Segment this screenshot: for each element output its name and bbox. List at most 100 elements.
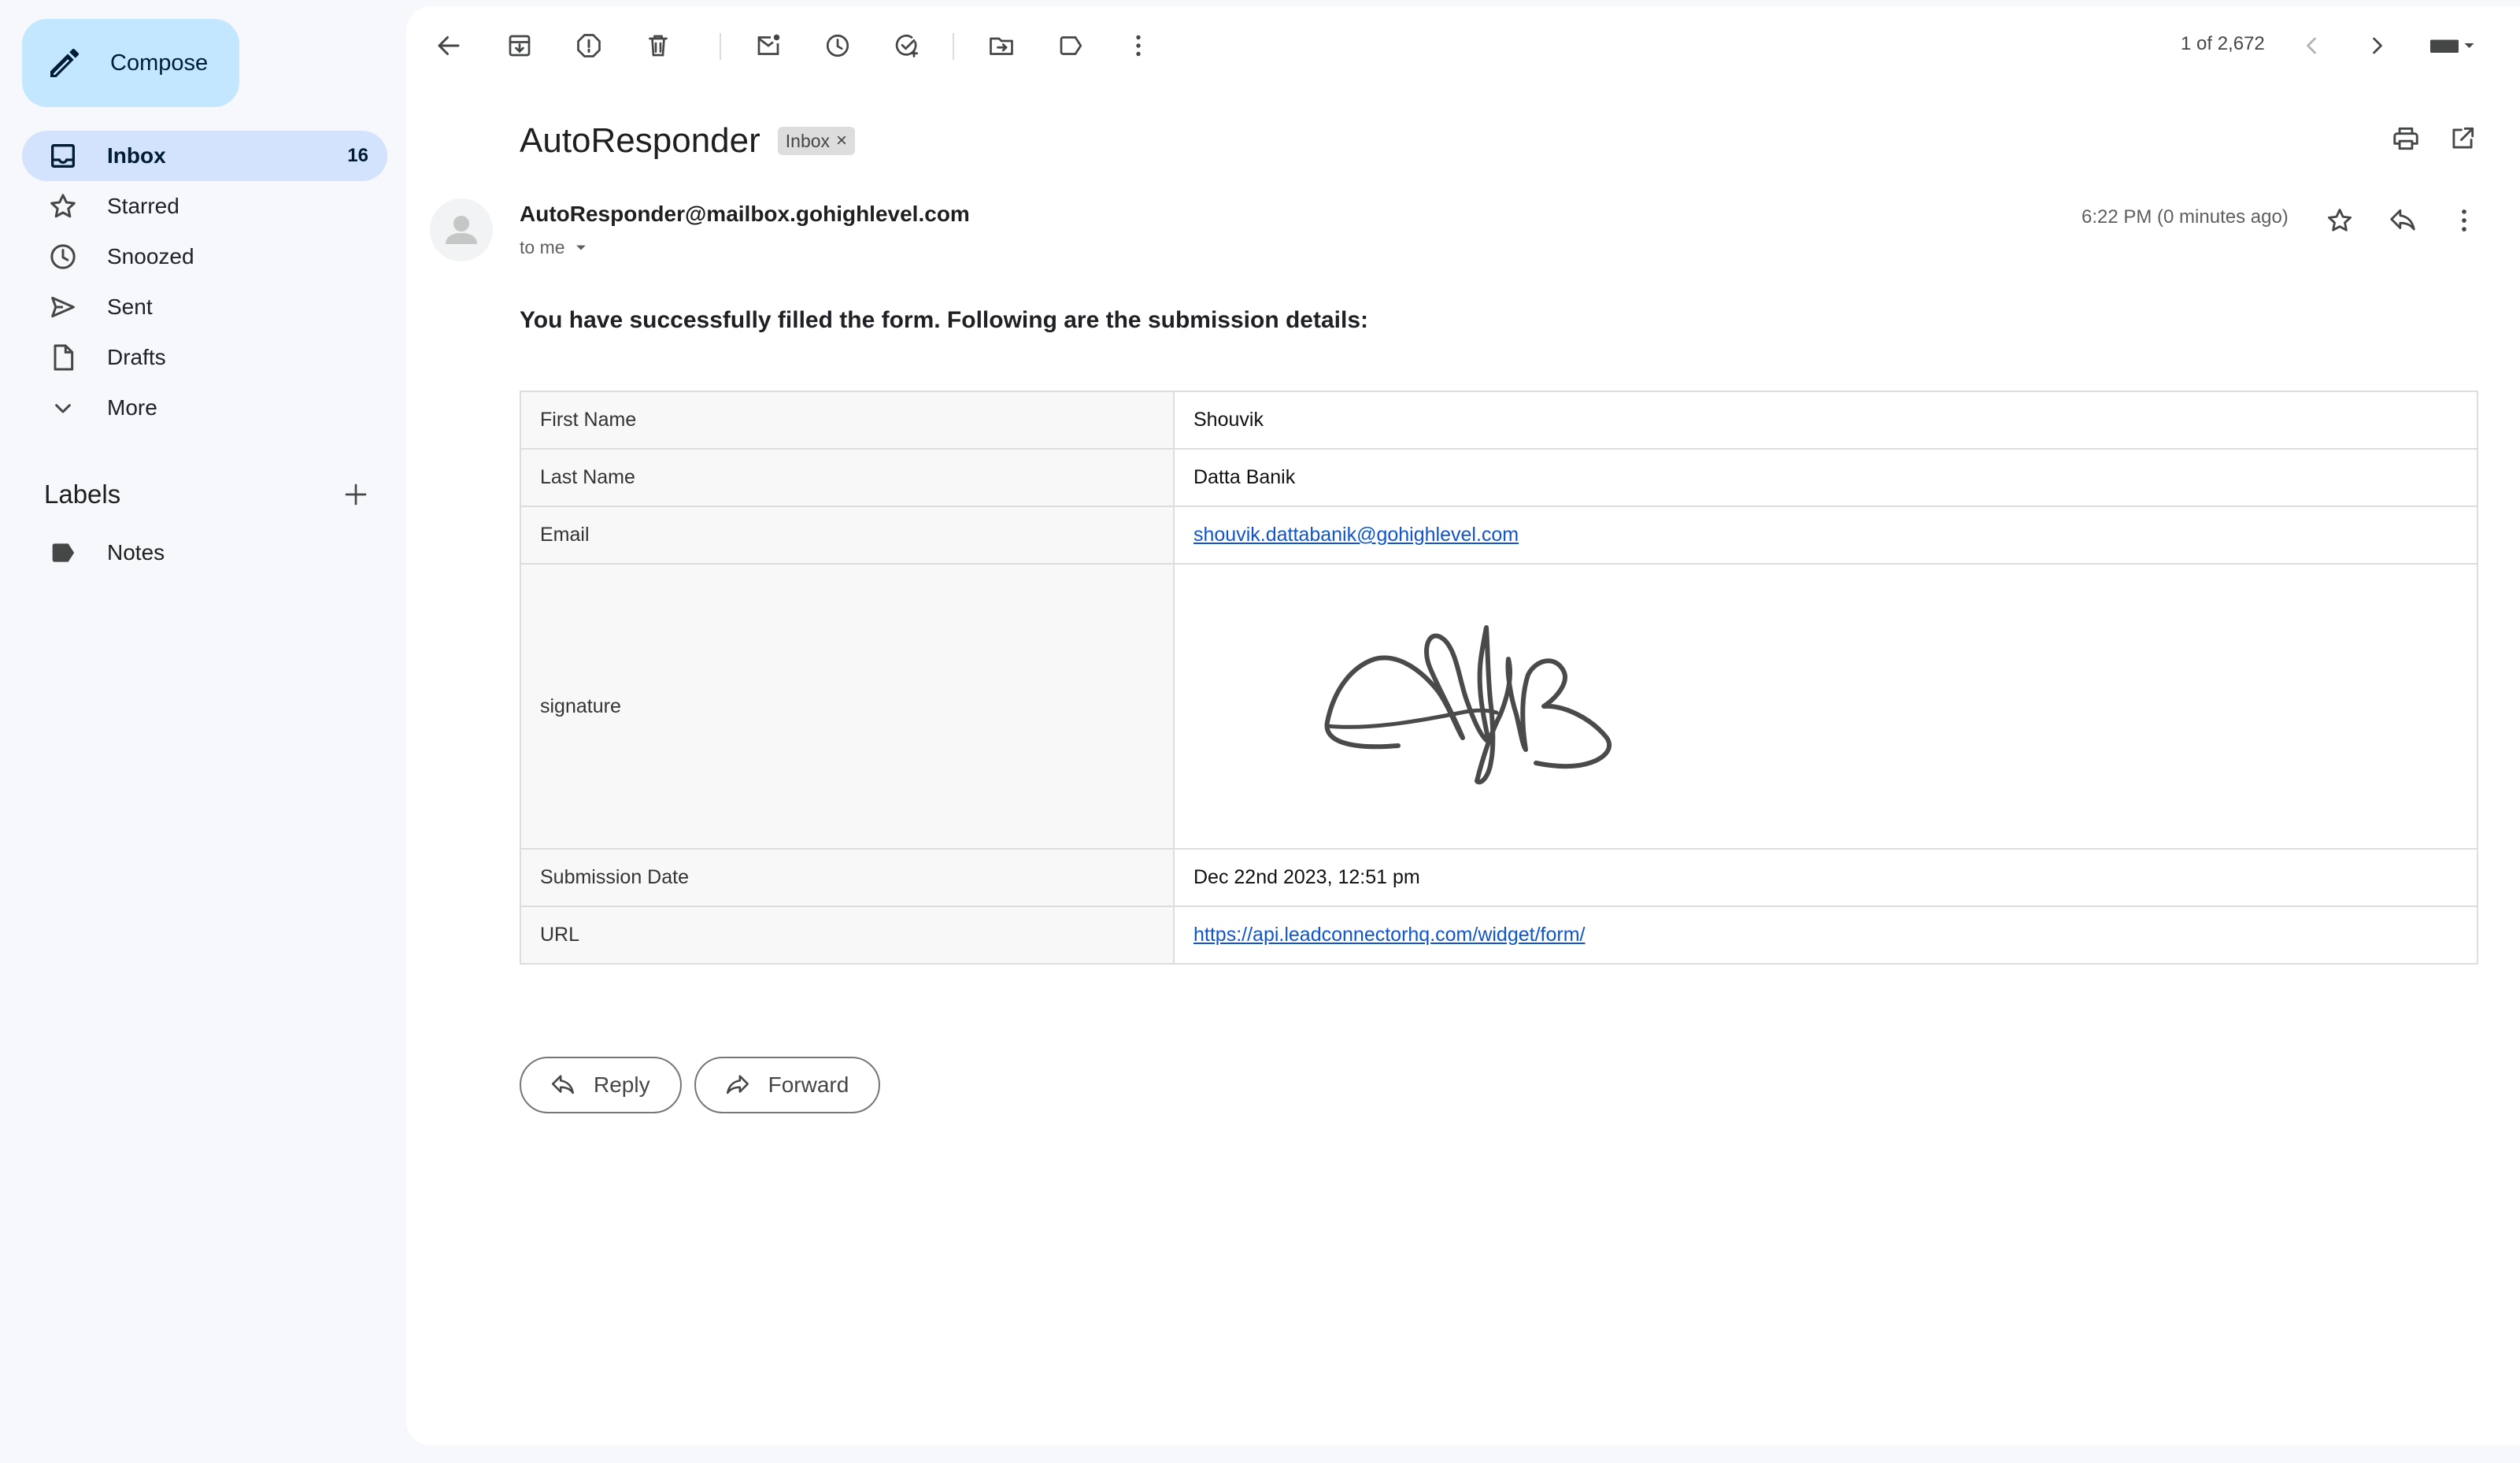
move-to-button[interactable] — [982, 27, 1020, 65]
table-row: signature — [520, 563, 2478, 850]
chevron-left-icon — [2307, 37, 2316, 54]
back-button[interactable] — [430, 27, 468, 65]
subject-row: AutoResponder Inbox × — [520, 115, 856, 167]
labels-header: Labels — [44, 472, 375, 517]
field-key: URL — [520, 906, 1175, 965]
more-vert-icon — [2462, 209, 2466, 231]
report-spam-button[interactable] — [570, 27, 608, 65]
remove-label-button[interactable]: × — [836, 130, 847, 152]
field-value: Shouvik — [1173, 391, 2478, 450]
label-outline-icon — [1060, 36, 1082, 55]
add-to-tasks-button[interactable] — [888, 27, 926, 65]
signature-image — [1193, 565, 2458, 848]
forward-button[interactable]: Forward — [694, 1057, 881, 1113]
recipient-details-toggle[interactable]: to me — [520, 236, 592, 258]
clock-icon — [826, 34, 849, 57]
person-icon — [446, 216, 477, 244]
recipient-text: to me — [520, 236, 565, 257]
sidebar: Compose Inbox 16 Starred Snoozed Sent Dr… — [0, 0, 401, 1463]
field-key: First Name — [520, 391, 1175, 450]
open-new-window-button[interactable] — [2442, 118, 2483, 159]
draft-icon — [54, 344, 74, 371]
archive-button[interactable] — [501, 27, 538, 65]
sender-address[interactable]: AutoResponder@mailbox.gohighlevel.com — [520, 202, 970, 227]
signature-cell — [1173, 563, 2478, 850]
table-row: URL https://api.leadconnectorhq.com/widg… — [520, 906, 2478, 965]
reply-icon — [551, 1075, 575, 1094]
sidebar-item-drafts[interactable]: Drafts — [22, 332, 387, 383]
star-icon — [50, 194, 76, 218]
field-key: Last Name — [520, 448, 1175, 507]
message-more-button[interactable] — [2444, 200, 2485, 241]
reply-icon-button[interactable] — [2382, 200, 2423, 241]
message-intro: You have successfully filled the form. F… — [520, 307, 1369, 333]
inbox-label-chip: Inbox × — [777, 127, 856, 155]
open-in-new-icon — [2452, 127, 2474, 149]
delete-button[interactable] — [639, 27, 677, 65]
toolbar: 1 of 2,672 — [406, 6, 2520, 80]
newer-button[interactable] — [2292, 27, 2330, 65]
compose-label: Compose — [110, 50, 209, 76]
field-value-cell: https://api.leadconnectorhq.com/widget/f… — [1173, 906, 2478, 965]
table-row: Last Name Datta Banik — [520, 448, 2478, 507]
add-task-icon — [895, 35, 919, 57]
forward-label: Forward — [768, 1072, 849, 1097]
trash-icon — [649, 35, 668, 57]
compose-button[interactable]: Compose — [22, 19, 239, 107]
more-options-button[interactable] — [1119, 27, 1157, 65]
email-link[interactable]: shouvik.dattabanik@gohighlevel.com — [1193, 524, 1519, 546]
add-label-button[interactable] — [337, 476, 375, 513]
print-all-button[interactable] — [2385, 118, 2426, 159]
mark-unread-button[interactable] — [749, 27, 787, 65]
move-to-folder-icon — [990, 37, 1013, 55]
chevron-right-icon — [2373, 37, 2382, 54]
field-value: Dec 22nd 2023, 12:51 pm — [1173, 848, 2478, 907]
chip-label: Inbox — [785, 130, 831, 151]
clock-icon — [50, 244, 76, 269]
archive-icon — [509, 35, 531, 57]
email-subject: AutoResponder — [520, 121, 760, 160]
plus-icon — [345, 483, 367, 506]
sidebar-item-inbox[interactable]: Inbox 16 — [22, 131, 387, 181]
toolbar-divider — [953, 33, 954, 60]
sidebar-label-notes[interactable]: Notes — [22, 528, 387, 578]
mark-unread-icon — [757, 34, 780, 55]
table-row: Email shouvik.dattabanik@gohighlevel.com — [520, 506, 2478, 565]
star-button[interactable] — [2319, 200, 2360, 241]
older-button[interactable] — [2359, 27, 2396, 65]
sidebar-item-label: Snoozed — [107, 244, 194, 269]
avatar — [430, 198, 493, 261]
arrow-back-icon — [438, 36, 460, 55]
star-icon — [2327, 209, 2352, 231]
sidebar-item-starred[interactable]: Starred — [22, 181, 387, 231]
keyboard-icon — [2430, 39, 2474, 53]
label-icon — [52, 543, 75, 562]
field-value: Datta Banik — [1173, 448, 2478, 507]
field-key: Email — [520, 506, 1175, 565]
labels-button[interactable] — [1052, 27, 1090, 65]
table-row: First Name Shouvik — [520, 391, 2478, 450]
message-timestamp: 6:22 PM (0 minutes ago) — [2081, 206, 2289, 228]
sidebar-item-sent[interactable]: Sent — [22, 282, 387, 332]
more-vert-icon — [1136, 35, 1141, 57]
url-link[interactable]: https://api.leadconnectorhq.com/widget/f… — [1193, 924, 1586, 946]
input-tools-button[interactable] — [2418, 27, 2485, 65]
reply-button[interactable]: Reply — [520, 1057, 682, 1113]
reply-icon — [2390, 209, 2415, 231]
reply-label: Reply — [594, 1072, 650, 1097]
sidebar-item-label: Starred — [107, 194, 179, 218]
message-actions: Reply Forward — [520, 1057, 893, 1113]
nav-list: Inbox 16 Starred Snoozed Sent Drafts Mor… — [22, 131, 387, 433]
pencil-icon — [50, 48, 80, 77]
forward-icon — [726, 1075, 749, 1094]
message-pane: 1 of 2,672 AutoResponder Inbox × AutoRes… — [406, 6, 2520, 1446]
send-icon — [51, 296, 75, 318]
sidebar-item-label: Inbox — [107, 143, 166, 168]
submission-table: First Name Shouvik Last Name Datta Banik… — [520, 391, 2478, 965]
pagination-text: 1 of 2,672 — [2181, 33, 2265, 54]
sidebar-item-snoozed[interactable]: Snoozed — [22, 231, 387, 282]
sidebar-item-more[interactable]: More — [22, 383, 387, 433]
sidebar-item-label: More — [107, 395, 157, 420]
snooze-button[interactable] — [819, 27, 857, 65]
signature-drawing — [1324, 625, 1612, 785]
